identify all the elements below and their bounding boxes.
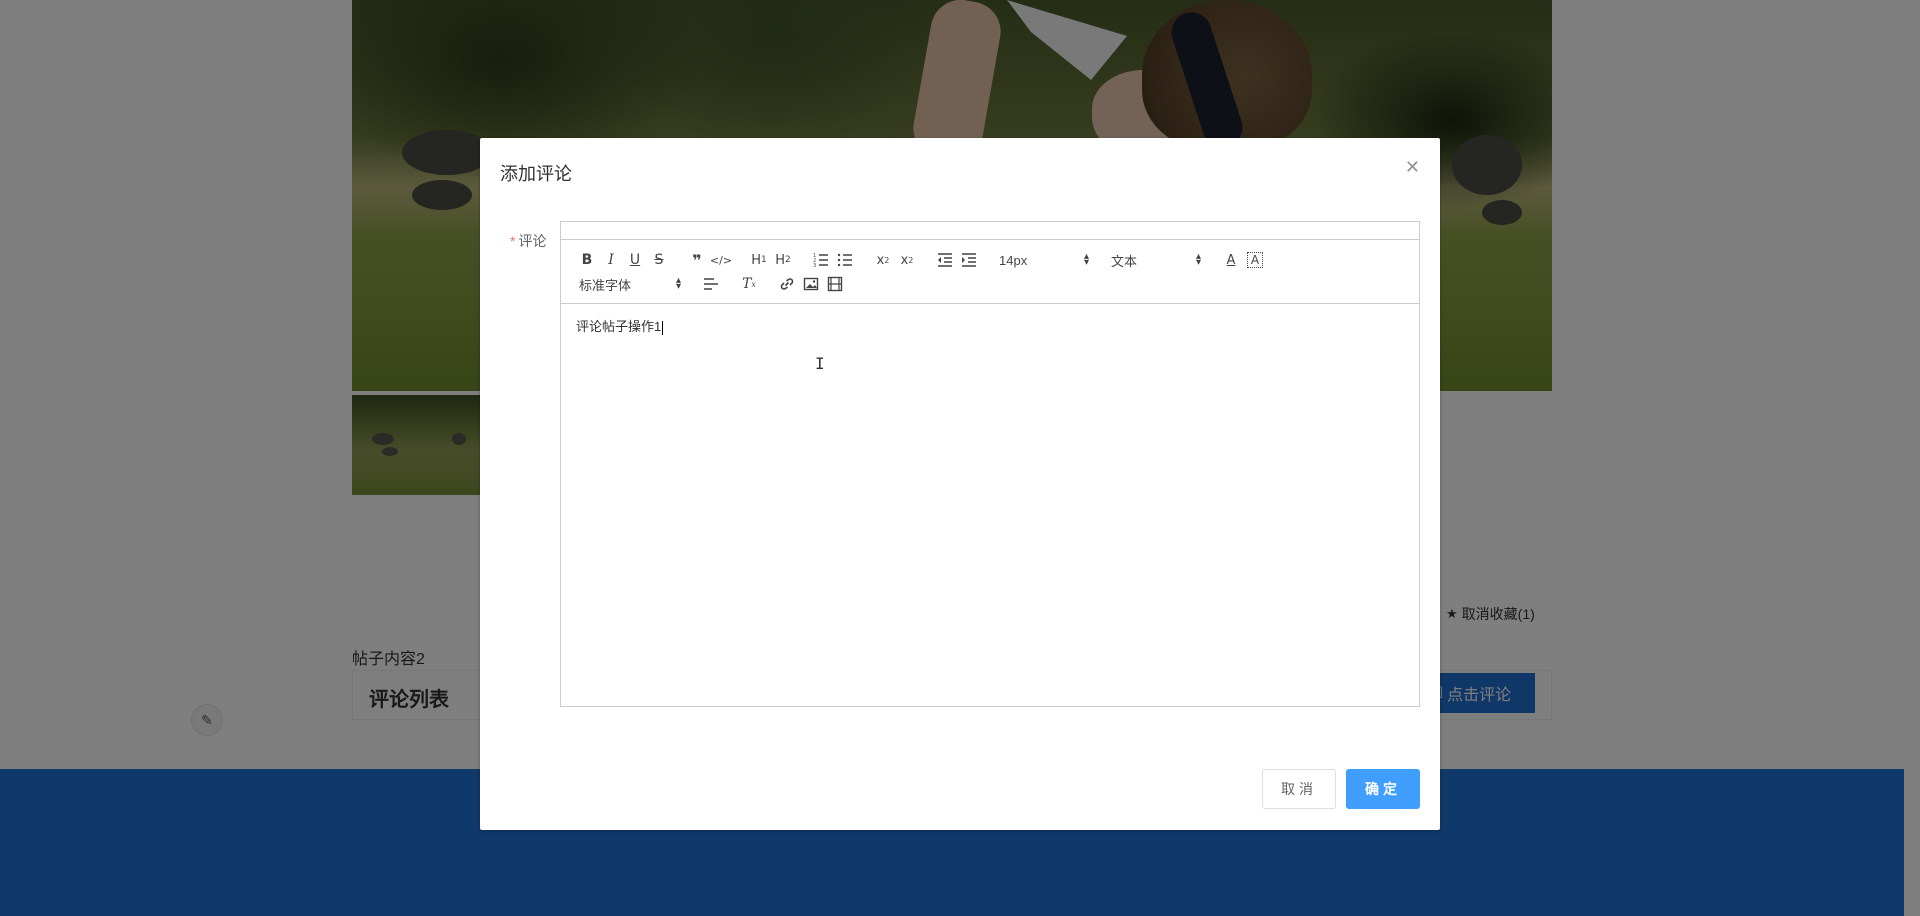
- add-comment-dialog: 添加评论 ✕ * 评论 B I U S ❞ </> H1 H2 123 x 2 …: [480, 138, 1440, 830]
- clear-format-icon[interactable]: Tx: [737, 272, 761, 296]
- confirm-button[interactable]: 确定: [1346, 769, 1420, 809]
- editor-text: 评论帖子操作1: [576, 319, 662, 334]
- editor-top-border: [561, 222, 1419, 240]
- strike-icon[interactable]: S: [647, 248, 671, 272]
- subscript-icon[interactable]: x2: [871, 248, 895, 272]
- header-select[interactable]: 文本 ▴ ▾: [1107, 248, 1205, 272]
- superscript-icon[interactable]: x2: [895, 248, 919, 272]
- dialog-title: 添加评论: [500, 164, 572, 184]
- required-mark: *: [510, 233, 516, 249]
- select-arrows-icon: ▴ ▾: [1083, 251, 1089, 268]
- text-caret: [662, 320, 664, 335]
- font-size-select[interactable]: 14px ▴ ▾: [995, 248, 1093, 272]
- indent-icon[interactable]: [957, 248, 981, 272]
- editor-toolbar: B I U S ❞ </> H1 H2 123 x2 x2 14px ▴ ▾ 文…: [561, 240, 1419, 304]
- ordered-list-icon[interactable]: 123: [809, 248, 833, 272]
- bullet-list-icon[interactable]: [833, 248, 857, 272]
- ibeam-cursor-icon: I: [815, 354, 825, 373]
- align-icon[interactable]: [699, 272, 723, 296]
- bold-icon[interactable]: B: [575, 248, 599, 272]
- underline-icon[interactable]: U: [623, 248, 647, 272]
- comment-label-text: 评论: [518, 233, 547, 249]
- cancel-button[interactable]: 取消: [1262, 769, 1336, 809]
- select-arrows-icon: ▴ ▾: [1195, 251, 1201, 268]
- link-icon[interactable]: [775, 272, 799, 296]
- background-color-icon[interactable]: A: [1247, 252, 1263, 268]
- editor-content[interactable]: 评论帖子操作1 I: [561, 304, 1419, 704]
- h1-icon[interactable]: H1: [747, 248, 771, 272]
- blockquote-icon[interactable]: ❞: [685, 248, 709, 272]
- italic-icon[interactable]: I: [599, 248, 623, 272]
- outdent-icon[interactable]: [933, 248, 957, 272]
- header-select-value: 文本: [1111, 253, 1138, 269]
- font-color-icon[interactable]: A: [1219, 248, 1243, 272]
- image-icon[interactable]: [799, 272, 823, 296]
- font-family-value: 标准字体: [579, 277, 632, 293]
- code-block-icon[interactable]: </>: [709, 248, 733, 272]
- comment-field-label: * 评论: [510, 231, 546, 251]
- video-icon[interactable]: [823, 272, 847, 296]
- h2-icon[interactable]: H2: [771, 248, 795, 272]
- select-arrows-icon: ▴ ▾: [675, 275, 681, 292]
- close-icon[interactable]: ✕: [1405, 158, 1420, 176]
- svg-text:3: 3: [813, 263, 816, 268]
- dialog-footer: 取消 确定: [1262, 769, 1420, 809]
- font-family-select[interactable]: 标准字体 ▴ ▾: [575, 272, 685, 296]
- font-size-value: 14px: [999, 252, 1028, 268]
- rich-text-editor: B I U S ❞ </> H1 H2 123 x2 x2 14px ▴ ▾ 文…: [560, 221, 1420, 707]
